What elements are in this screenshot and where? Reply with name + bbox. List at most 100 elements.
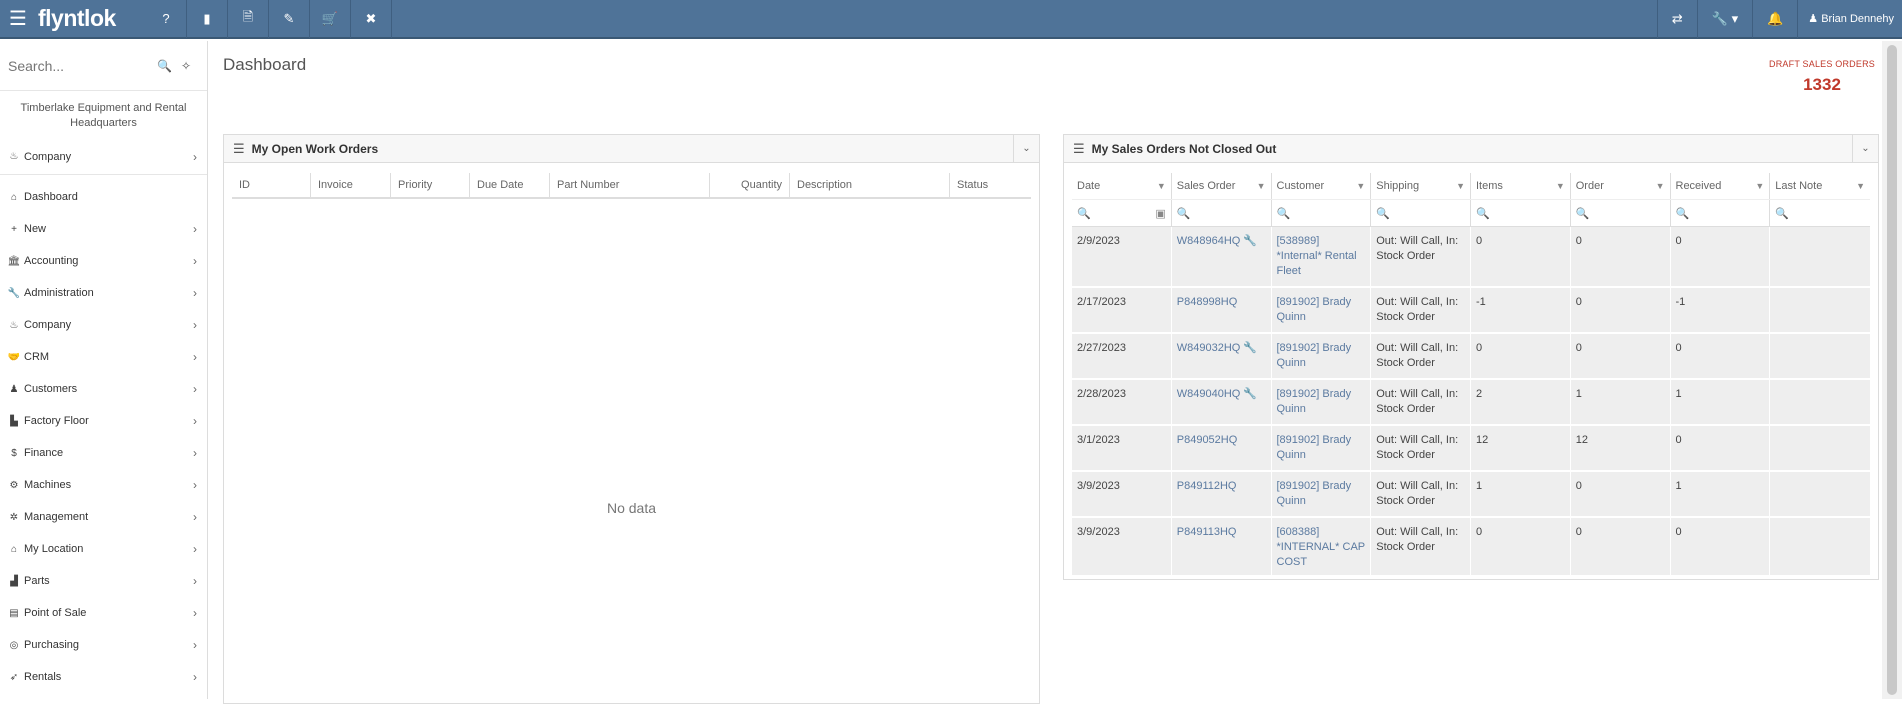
search-icon[interactable]: 🔍 (157, 59, 172, 73)
sales-order-link[interactable]: W849040HQ (1177, 388, 1241, 400)
customer-link[interactable]: [608388] *INTERNAL* CAP COST (1272, 518, 1372, 575)
search-icon: 🔍 (1476, 208, 1490, 220)
sidebar-item-rentals[interactable]: ➶ Rentals › (0, 661, 207, 693)
refresh-button[interactable]: ⇄ (1656, 0, 1697, 38)
customer-filter-input[interactable]: 🔍 (1272, 200, 1372, 226)
table-row[interactable]: 2/28/2023 W849040HQ 🔧 [891902] Brady Quinn… (1072, 380, 1870, 426)
column-header-shipping[interactable]: Shipping ▼ (1371, 173, 1471, 199)
shipping-filter-input[interactable]: 🔍 (1371, 200, 1471, 226)
table-row[interactable]: 2/27/2023 W849032HQ 🔧 [891902] Brady Quinn… (1072, 334, 1870, 380)
draft-sales-orders-widget[interactable]: DRAFT SALES ORDERS 1332 (1767, 59, 1877, 95)
column-header-order[interactable]: Order ▼ (1571, 173, 1671, 199)
column-header-quantity[interactable]: Quantity (710, 173, 790, 197)
filter-icon[interactable]: ▼ (1556, 181, 1565, 191)
table-row[interactable]: 3/9/2023 P849112HQ [891902] Brady Quinn Out… (1072, 472, 1870, 518)
filter-icon[interactable]: ▼ (1755, 181, 1764, 191)
sidebar-item-crm[interactable]: 🤝 CRM › (0, 341, 207, 373)
sidebar-item-new[interactable]: + New › (0, 213, 207, 245)
calendar-icon[interactable]: ▣ (1155, 207, 1165, 220)
search-input[interactable] (8, 57, 148, 74)
sales-order-filter-input[interactable]: 🔍 (1172, 200, 1272, 226)
customer-link[interactable]: [891902] Brady Quinn (1272, 288, 1372, 332)
tools-button[interactable]: ✖ (351, 0, 392, 38)
sales-order-link[interactable]: W848964HQ (1177, 235, 1241, 247)
user-menu[interactable]: ♟ Brian Dennehy (1797, 0, 1902, 38)
sidebar-item-management[interactable]: ✲ Management › (0, 501, 207, 533)
customer-link[interactable]: [891902] Brady Quinn (1272, 380, 1372, 424)
table-row[interactable]: 3/9/2023 P849113HQ [608388] *INTERNAL* CAP… (1072, 518, 1870, 575)
magic-wand-icon[interactable]: ✧ (181, 59, 191, 73)
sidebar-item-customers[interactable]: ♟ Customers › (0, 373, 207, 405)
column-header-received[interactable]: Received ▼ (1671, 173, 1771, 199)
edit-button[interactable]: ✎ (269, 0, 310, 38)
settings-dropdown[interactable]: 🔧 ▾ (1696, 0, 1752, 38)
sidebar-item-my-location[interactable]: ⌂ My Location › (0, 533, 207, 565)
help-button[interactable]: ? (146, 0, 187, 38)
column-header-due-date[interactable]: Due Date (470, 173, 550, 197)
column-header-priority[interactable]: Priority (391, 173, 470, 197)
filter-icon[interactable]: ▼ (1257, 181, 1266, 191)
sidebar-item-purchasing[interactable]: ◎ Purchasing › (0, 629, 207, 661)
column-header-last-note[interactable]: Last Note ▼ (1770, 173, 1870, 199)
items-filter-input[interactable]: 🔍 (1471, 200, 1571, 226)
table-row[interactable]: 3/1/2023 P849052HQ [891902] Brady Quinn Out… (1072, 426, 1870, 472)
column-header-status[interactable]: Status (950, 173, 1030, 197)
sidebar-item-dashboard[interactable]: ⌂ Dashboard (0, 181, 207, 213)
cart-button[interactable]: 🛒 (310, 0, 351, 38)
sidebar-item-company-top[interactable]: ♨ Company › (0, 139, 207, 175)
last-note-filter-input[interactable]: 🔍 (1770, 200, 1870, 226)
customer-link[interactable]: [891902] Brady Quinn (1272, 334, 1372, 378)
chevron-down-icon[interactable]: ⌄ (1852, 134, 1878, 163)
column-header-part-number[interactable]: Part Number (550, 173, 710, 197)
page-scrollbar[interactable] (1882, 41, 1902, 699)
filter-icon[interactable]: ▼ (1356, 181, 1365, 191)
sidebar-item-point-of-sale[interactable]: ▤ Point of Sale › (0, 597, 207, 629)
sidebar-item-machines[interactable]: ⚙ Machines › (0, 469, 207, 501)
menu-icon[interactable]: ☰ (233, 141, 245, 157)
filter-icon[interactable]: ▼ (1456, 181, 1465, 191)
app-logo[interactable]: flyntlok (36, 5, 146, 32)
sales-order-link[interactable]: P849112HQ (1177, 480, 1237, 492)
table-row[interactable]: 2/9/2023 W848964HQ 🔧 [538989] *Internal* R… (1072, 227, 1870, 288)
column-header-date[interactable]: Date ▼ (1072, 173, 1172, 199)
chevron-down-icon[interactable]: ⌄ (1013, 134, 1039, 163)
draft-sales-orders-count[interactable]: 1332 (1767, 75, 1877, 95)
column-header-invoice[interactable]: Invoice (311, 173, 391, 197)
filter-icon[interactable]: ▼ (1856, 181, 1865, 191)
sidebar-item-factory-floor[interactable]: ▙ Factory Floor › (0, 405, 207, 437)
location-name: Timberlake Equipment and Rental Headquar… (20, 102, 187, 129)
chevron-right-icon: › (193, 574, 197, 588)
column-header-customer[interactable]: Customer ▼ (1272, 173, 1372, 199)
sales-order-link[interactable]: P849113HQ (1177, 526, 1237, 538)
order-filter-input[interactable]: 🔍 (1571, 200, 1671, 226)
document-button[interactable]: 🗎 (228, 0, 269, 38)
cart-icon: 🛒 (321, 10, 339, 26)
sales-order-link[interactable]: P848998HQ (1177, 296, 1238, 308)
hamburger-menu-icon[interactable]: ☰ (0, 0, 36, 38)
column-header-items[interactable]: Items ▼ (1471, 173, 1571, 199)
received-filter-input[interactable]: 🔍 (1671, 200, 1771, 226)
sidebar-item-company[interactable]: ♨ Company › (0, 309, 207, 341)
scan-button[interactable]: ▮ (187, 0, 228, 38)
column-header-description[interactable]: Description (790, 173, 950, 197)
menu-icon[interactable]: ☰ (1073, 141, 1085, 157)
date-filter-input[interactable]: 🔍 ▣ (1072, 200, 1172, 226)
sidebar-item-administration[interactable]: 🔧 Administration › (0, 277, 207, 309)
sidebar-item-finance[interactable]: $ Finance › (0, 437, 207, 469)
scrollbar-thumb[interactable] (1887, 45, 1897, 695)
sales-order-link[interactable]: P849052HQ (1177, 434, 1238, 446)
sidebar-item-accounting[interactable]: 🏛 Accounting › (0, 245, 207, 277)
filter-icon[interactable]: ▼ (1656, 181, 1665, 191)
column-header-id[interactable]: ID (232, 173, 311, 197)
customer-link[interactable]: [891902] Brady Quinn (1272, 426, 1372, 470)
customer-link[interactable]: [891902] Brady Quinn (1272, 472, 1372, 516)
sales-order-link[interactable]: W849032HQ (1177, 342, 1241, 354)
cell-items: -1 (1471, 288, 1571, 332)
filter-icon[interactable]: ▼ (1157, 181, 1166, 191)
column-header-sales-order[interactable]: Sales Order ▼ (1172, 173, 1272, 199)
sidebar-item-parts[interactable]: ▟ Parts › (0, 565, 207, 597)
table-row[interactable]: 2/17/2023 P848998HQ [891902] Brady Quinn Ou… (1072, 288, 1870, 334)
customer-link[interactable]: [538989] *Internal* Rental Fleet (1272, 227, 1372, 286)
notifications-button[interactable]: 🔔 (1752, 0, 1797, 38)
cell-last-note (1770, 380, 1870, 424)
